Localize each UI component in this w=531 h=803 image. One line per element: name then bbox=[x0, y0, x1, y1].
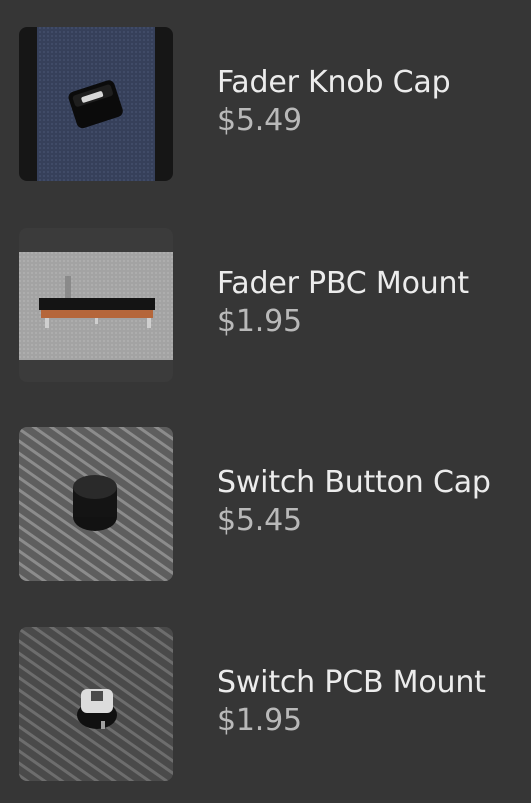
product-item-fader-pbc-mount[interactable]: Fader PBC Mount $1.95 bbox=[0, 225, 531, 385]
product-image[interactable] bbox=[19, 627, 173, 781]
product-info: Switch PCB Mount $1.95 bbox=[217, 664, 486, 740]
fader-pcb-mount-photo-icon bbox=[19, 228, 173, 382]
product-price: $1.95 bbox=[217, 703, 302, 738]
product-info: Fader Knob Cap $5.49 bbox=[217, 64, 451, 140]
product-price: $5.49 bbox=[217, 103, 302, 138]
product-list: Fader Knob Cap $5.49 Fader PBC Mount $1.… bbox=[0, 0, 531, 803]
product-name: Fader PBC Mount bbox=[217, 266, 469, 301]
product-item-fader-knob-cap[interactable]: Fader Knob Cap $5.49 bbox=[0, 24, 531, 184]
product-info: Switch Button Cap $5.45 bbox=[217, 464, 491, 540]
product-price: $5.45 bbox=[217, 503, 302, 538]
switch-pcb-mount-photo-icon bbox=[19, 627, 173, 781]
product-image[interactable] bbox=[19, 228, 173, 382]
product-name: Fader Knob Cap bbox=[217, 65, 451, 100]
product-item-switch-pcb-mount[interactable]: Switch PCB Mount $1.95 bbox=[0, 624, 531, 784]
product-name: Switch PCB Mount bbox=[217, 665, 486, 700]
product-info: Fader PBC Mount $1.95 bbox=[217, 265, 469, 341]
switch-button-cap-photo-icon bbox=[19, 427, 173, 581]
product-item-switch-button-cap[interactable]: Switch Button Cap $5.45 bbox=[0, 424, 531, 584]
product-image[interactable] bbox=[19, 27, 173, 181]
product-name: Switch Button Cap bbox=[217, 465, 491, 500]
fader-knob-cap-photo-icon bbox=[19, 27, 173, 181]
product-price: $1.95 bbox=[217, 304, 302, 339]
product-image[interactable] bbox=[19, 427, 173, 581]
